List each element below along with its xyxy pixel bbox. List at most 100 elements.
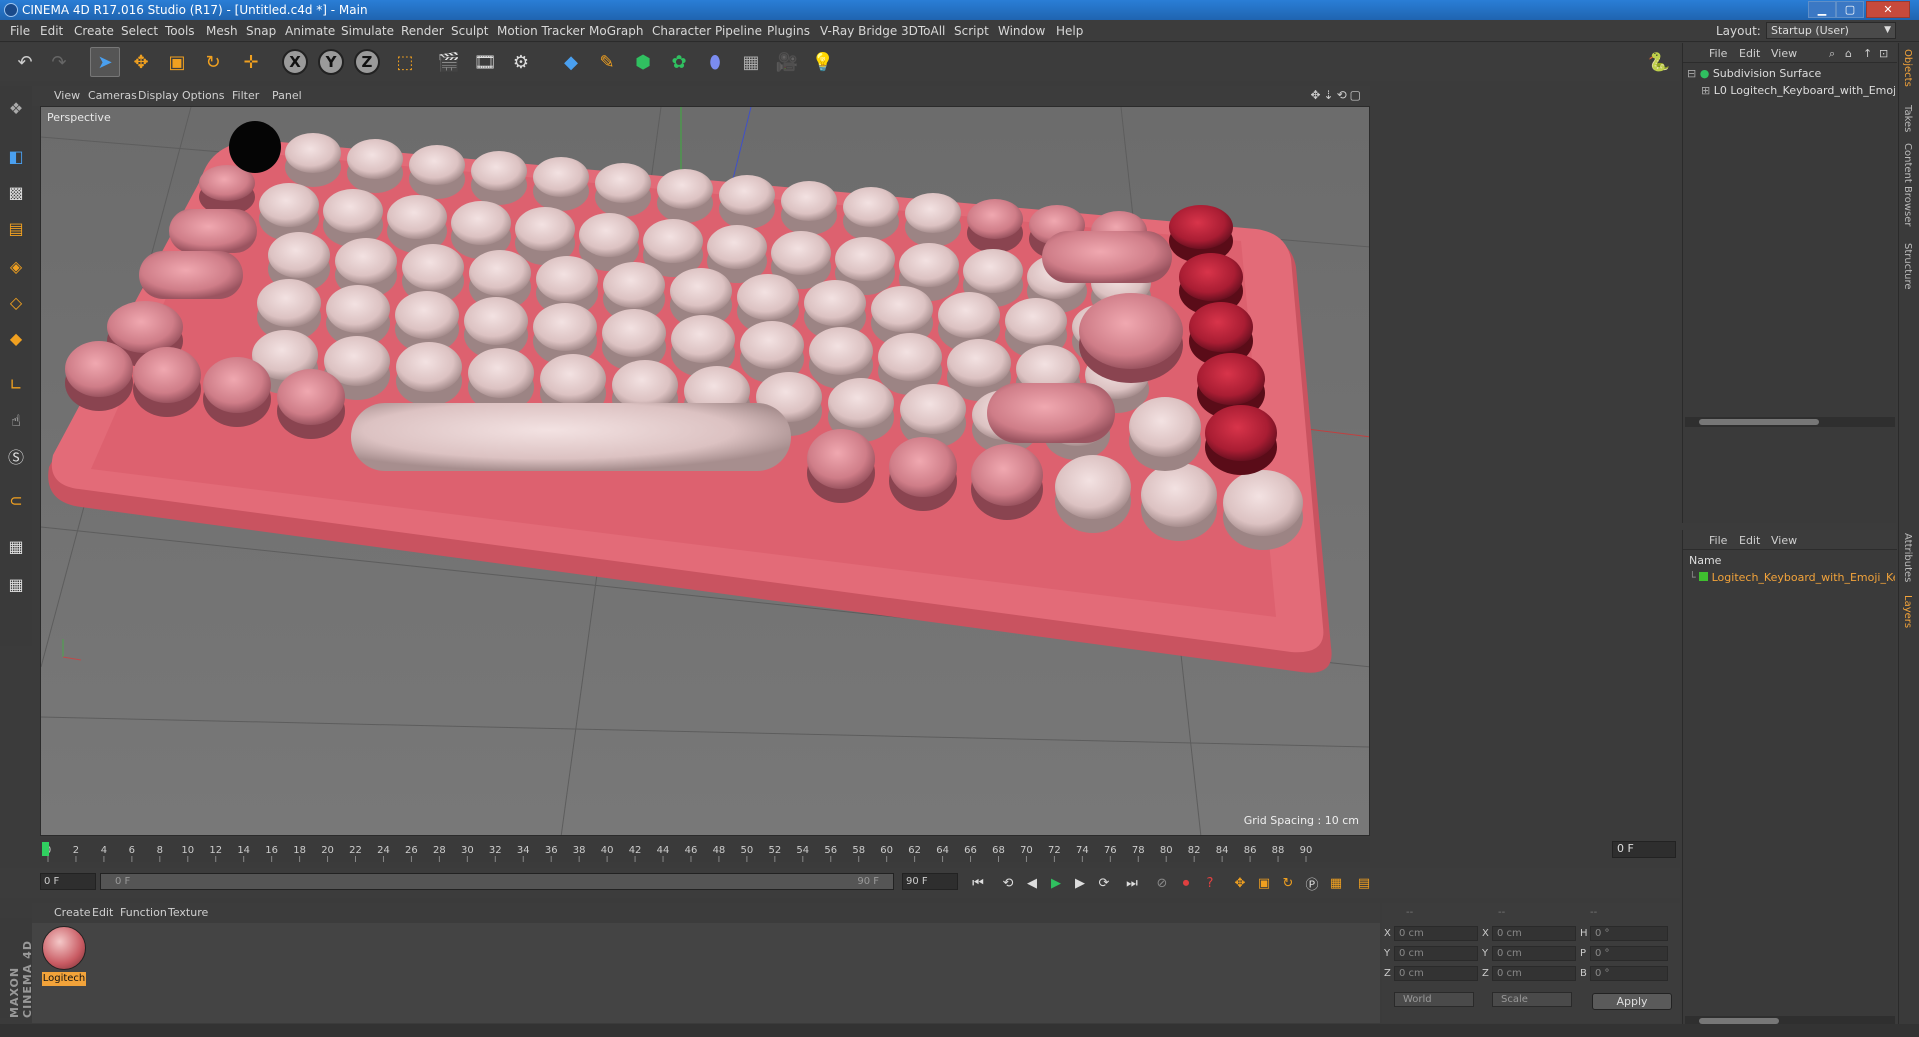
menu-motion-tracker[interactable]: Motion Tracker [497,24,585,38]
object-menu-view[interactable]: View [1771,47,1797,60]
tab-layers[interactable]: Layers [1902,595,1913,628]
size-y-field[interactable]: 0 cm [1492,946,1576,961]
viewport-menu-view[interactable]: View [54,89,80,102]
rotation-h-field[interactable]: 0 ° [1590,926,1668,941]
layer-menu-view[interactable]: View [1771,534,1797,547]
rotate-icon[interactable]: ↻ [198,47,228,77]
menu-mesh[interactable]: Mesh [206,24,238,38]
python-icon[interactable]: 🐍 [1644,47,1674,77]
menu-help[interactable]: Help [1056,24,1083,38]
world-coordinates-icon[interactable]: ⬚ [390,47,420,77]
position-y-field[interactable]: 0 cm [1394,946,1478,961]
snap-icon[interactable]: Ⓢ [2,442,30,470]
floor-icon[interactable]: ▦ [736,47,766,77]
menu-3dtoall[interactable]: 3DToAll [901,24,945,38]
new-view-icon[interactable]: ⊡ [1879,47,1888,60]
subdivision-surface-icon[interactable]: ⬢ [628,47,658,77]
menu-window[interactable]: Window [998,24,1045,38]
texture-mode-icon[interactable]: ▩ [2,178,30,206]
cube-primitive-icon[interactable]: ◆ [556,47,586,77]
edit-render-settings-icon[interactable]: ⚙ [506,47,536,77]
menu-sculpt[interactable]: Sculpt [451,24,488,38]
material-menu-texture[interactable]: Texture [168,906,208,919]
menu-pipeline[interactable]: Pipeline [715,24,762,38]
menu-animate[interactable]: Animate [285,24,335,38]
layout-select[interactable]: Startup (User) ▼ [1766,22,1896,39]
render-view-icon[interactable]: 🎬 [434,47,464,77]
layer-color-swatch[interactable] [1699,572,1709,581]
menu-create[interactable]: Create [74,24,114,38]
menu-tools[interactable]: Tools [165,24,195,38]
layer-menu-file[interactable]: File [1709,534,1727,547]
move-icon[interactable]: ✥ [126,47,156,77]
material-menu-function[interactable]: Function [120,906,167,919]
size-x-field[interactable]: 0 cm [1492,926,1576,941]
previous-frame-icon[interactable]: ◀ [1020,872,1044,894]
minimize-icon[interactable]: ▁ [1808,1,1836,18]
camera-icon[interactable]: 🎥 [772,47,802,77]
menu-snap[interactable]: Snap [246,24,276,38]
polygons-mode-icon[interactable]: ◆ [2,324,30,352]
undo-icon[interactable]: ↶ [10,47,40,77]
next-frame-icon[interactable]: ▶ [1068,872,1092,894]
rotation-p-field[interactable]: 0 ° [1590,946,1668,961]
material-menu-edit[interactable]: Edit [92,906,113,919]
object-menu-edit[interactable]: Edit [1739,47,1760,60]
current-frame-field[interactable]: 0 F [1612,841,1676,858]
object-row-keyboard[interactable]: ⊞ L0 Logitech_Keyboard_with_Emoji_K [1701,84,1895,97]
key-rotation-icon[interactable]: ↻ [1276,872,1300,894]
viewport-menu-display[interactable]: Display [138,89,179,102]
layer-row[interactable]: └ Logitech_Keyboard_with_Emoji_Ke [1689,571,1895,584]
tweak-mode-icon[interactable]: ☝ [2,406,30,434]
go-to-end-icon[interactable]: ⏭ [1120,872,1144,894]
coordinate-system-dropdown[interactable]: World [1394,992,1474,1007]
scrollbar-thumb[interactable] [1699,419,1819,425]
deformer-icon[interactable]: ⬮ [700,47,730,77]
timeline-ruler[interactable]: 0246810121416182022242628303234363840424… [40,838,1370,862]
start-frame-field[interactable]: 0 F [40,873,96,890]
select-pointer-icon[interactable]: ➤ [90,47,120,77]
rotation-b-field[interactable]: 0 ° [1590,966,1668,981]
make-editable-icon[interactable]: ❖ [2,94,30,122]
autokey-icon[interactable]: ⏺ [1174,872,1198,894]
menu-script[interactable]: Script [954,24,989,38]
viewport-menu-filter[interactable]: Filter [232,89,259,102]
menu-edit[interactable]: Edit [40,24,63,38]
keyframe-selection-icon[interactable]: ? [1198,872,1222,894]
render-picture-viewer-icon[interactable]: 🎞 [470,47,500,77]
timeline-window-icon[interactable]: ▤ [1352,872,1376,894]
key-parameter-icon[interactable]: Ⓟ [1300,872,1324,894]
tab-takes[interactable]: Takes [1902,105,1913,132]
workplane-icon[interactable]: ▤ [2,214,30,242]
end-frame-field[interactable]: 90 F [902,873,958,890]
lock-workplane-icon[interactable]: ▦ [2,532,30,560]
go-to-start-icon[interactable]: ⏮ [966,872,990,894]
maximize-icon[interactable]: ▢ [1836,1,1864,18]
edges-mode-icon[interactable]: ◇ [2,288,30,316]
range-slider[interactable]: 0 F 90 F [100,873,894,890]
material-preview-sphere[interactable] [42,926,86,970]
material-menu-create[interactable]: Create [54,906,91,919]
cloner-icon[interactable]: ✿ [664,47,694,77]
viewport-menu-options[interactable]: Options [182,89,224,102]
size-z-field[interactable]: 0 cm [1492,966,1576,981]
3d-viewport[interactable]: Perspective Grid Spacing : 10 cm [40,106,1370,836]
record-keys-icon[interactable]: ⊘ [1150,872,1174,894]
scale-icon[interactable]: ▣ [162,47,192,77]
expand-icon[interactable]: ⊟ [1687,67,1696,80]
light-icon[interactable]: 💡 [808,47,838,77]
next-key-icon[interactable]: ⟳ [1092,872,1116,894]
tab-content-browser[interactable]: Content Browser [1902,143,1913,226]
tab-objects[interactable]: Objects [1902,49,1913,87]
menu-character[interactable]: Character [652,24,711,38]
material-name[interactable]: Logitech [42,972,86,986]
menu-file[interactable]: File [10,24,30,38]
object-row-subdivision[interactable]: ⊟ ● Subdivision Surface [1687,67,1895,80]
search-icon[interactable]: ⌕ [1829,47,1835,61]
key-scale-icon[interactable]: ▣ [1252,872,1276,894]
close-icon[interactable]: ✕ [1866,1,1910,18]
play-icon[interactable]: ▶ [1044,872,1068,894]
menu-vray-bridge[interactable]: V-Ray Bridge [820,24,897,38]
viewport-menu-cameras[interactable]: Cameras [88,89,137,102]
tab-structure[interactable]: Structure [1902,243,1913,290]
